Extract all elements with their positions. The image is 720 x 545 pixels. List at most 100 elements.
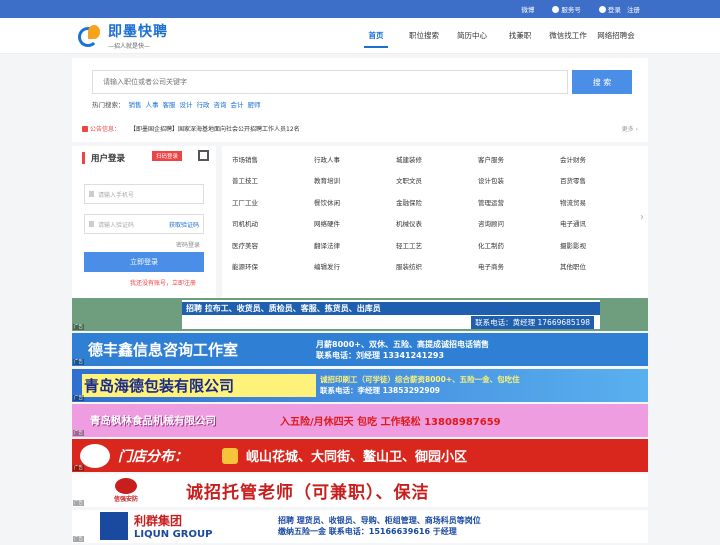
ad-line: 入五险/月休四天 包吃 工作轻松 13808987659 — [280, 416, 501, 428]
ad-line: 诚招托管老师（可兼职）、保洁 — [186, 483, 430, 504]
lock-icon — [89, 221, 94, 227]
nav-online-fair[interactable]: 网络招聘会 — [592, 18, 640, 54]
register-link[interactable]: 我还没有账号，立即注册 — [130, 278, 196, 287]
category-item[interactable]: 能源环保 — [232, 261, 314, 282]
category-box: 市场销售 行政人事 城建装修 客户服务 会计财务普工技工 教育培训 文职文员 设计包装 百货零售… — [222, 146, 648, 298]
scan-login-tag[interactable]: 扫码登录 — [152, 151, 183, 161]
ad-tag: 广告 — [73, 500, 84, 507]
ad-tag: 广告 — [73, 394, 84, 401]
nav-resume-center[interactable]: 简历中心 — [448, 18, 496, 54]
category-item[interactable]: 管理运营 — [478, 197, 560, 218]
site-logo[interactable]: 即墨快聘 —招人就是快— — [76, 21, 346, 50]
ad-tag: 广告 — [73, 535, 84, 542]
category-item[interactable]: 会计财务 — [560, 154, 642, 175]
ad-banner[interactable]: 德丰鑫信息咨询工作室 月薪8000+、双休、五险、高提成诚招电话销售 联系电话：刘… — [72, 333, 648, 367]
category-item[interactable]: 司机机动 — [232, 218, 314, 239]
category-item[interactable]: 设计包装 — [478, 175, 560, 196]
weibo-link[interactable]: 微博 — [521, 4, 534, 14]
category-item[interactable]: 餐饮休闲 — [314, 197, 396, 218]
ad-tag: 广告 — [73, 359, 84, 366]
category-item[interactable]: 百货零售 — [560, 175, 642, 196]
phone-placeholder: 请输入手机号 — [98, 191, 135, 199]
qr-code-icon[interactable] — [198, 150, 209, 161]
category-item[interactable]: 文职文员 — [396, 175, 478, 196]
category-item[interactable]: 医疗美容 — [232, 240, 314, 261]
chevron-right-icon[interactable]: › — [640, 212, 644, 223]
ad-banner[interactable]: 招聘 拉布工、收货员、质检员、客服、拣货员、出库员 联系电话：黄经理 17669… — [72, 298, 648, 331]
search-input[interactable] — [92, 70, 568, 94]
login-title: 用户登录 — [82, 152, 125, 164]
hot-search-item[interactable]: 咨询 — [214, 101, 227, 109]
hot-search-item[interactable]: 会计 — [231, 101, 244, 109]
logo-mark-icon — [76, 23, 104, 49]
ad-line: 招聘 拉布工、收货员、质检员、客服、拣货员、出库员 — [182, 302, 600, 315]
hot-search-item[interactable]: 行政 — [197, 101, 210, 109]
category-item[interactable]: 金融保险 — [396, 197, 478, 218]
hot-search-item[interactable]: 客服 — [163, 101, 176, 109]
category-item[interactable]: 物流贸易 — [560, 197, 642, 218]
category-item[interactable]: 市场销售 — [232, 154, 314, 175]
category-item[interactable]: 翻译法律 — [314, 240, 396, 261]
nav-wechat-jobs[interactable]: 微信找工作 — [544, 18, 592, 54]
category-item[interactable]: 电子通讯 — [560, 218, 642, 239]
nav-home[interactable]: 首页 — [352, 18, 400, 54]
category-item[interactable]: 客户服务 — [478, 154, 560, 175]
ad-banner[interactable]: 信强安防 诚招托管老师（可兼职）、保洁 广告 — [72, 474, 648, 508]
login-button[interactable]: 立即登录 — [84, 252, 204, 272]
category-item[interactable]: 普工技工 — [232, 175, 314, 196]
nav-part-time[interactable]: 找兼职 — [496, 18, 544, 54]
ad-banner[interactable]: 青岛枫林食品机械有限公司 入五险/月休四天 包吃 工作轻松 1380898765… — [72, 403, 648, 437]
hot-search-item[interactable]: 销售 — [129, 101, 142, 109]
login-box: 用户登录 扫码登录 请输入手机号 请输入验证码 获取验证码 密码登录 立即登录 … — [72, 146, 216, 298]
search-button[interactable]: 搜 索 — [572, 70, 632, 94]
category-item[interactable]: 电子商务 — [478, 261, 560, 282]
brand-logo-icon — [80, 443, 110, 468]
hot-search-item[interactable]: 人事 — [146, 101, 159, 109]
code-field[interactable]: 请输入验证码 获取验证码 — [84, 214, 204, 234]
category-item[interactable]: 编辑发行 — [314, 261, 396, 282]
ad-banner[interactable]: 青岛海德包装有限公司 诚招印刷工（可学徒）综合薪资8000+、五险一金、包吃住联… — [72, 368, 648, 402]
ad-tag: 广告 — [73, 429, 84, 436]
category-item[interactable]: 城建装修 — [396, 154, 478, 175]
ad-line: 联系电话：黄经理 17669685198 — [471, 316, 594, 329]
ad-banner[interactable]: 利群集团 LIQUN GROUP 招聘 理货员、收银员、导购、柜组管理、商场科员等… — [72, 509, 648, 543]
search-panel: 搜 索 热门搜索： 销售人事客服设计行政咨询会计厨师 公告信息： 【即墨国企招聘】… — [72, 58, 648, 142]
notice-more-link[interactable]: 更多 › — [622, 124, 638, 133]
ad-company: 德丰鑫信息咨询工作室 — [88, 341, 239, 360]
category-item[interactable]: 咨询顾问 — [478, 218, 560, 239]
ad-company: 门店分布： — [118, 448, 188, 465]
hot-search-item[interactable]: 设计 — [180, 101, 193, 109]
get-code-button[interactable]: 获取验证码 — [169, 220, 199, 229]
category-item[interactable]: 摄影影视 — [560, 240, 642, 261]
password-login-link[interactable]: 密码登录 — [176, 240, 200, 249]
nav-job-search[interactable]: 职位搜索 — [400, 18, 448, 54]
ad-line: 岘山花城、大同街、鳌山卫、御园小区 — [246, 450, 468, 466]
category-item[interactable]: 机械仪表 — [396, 218, 478, 239]
ad-banner[interactable]: 门店分布： 岘山花城、大同街、鳌山卫、御园小区 广告 — [72, 439, 648, 473]
register-link[interactable]: 注册 — [627, 4, 640, 14]
site-header: 即墨快聘 —招人就是快— 首页 职位搜索 简历中心 找兼职 微信找工作 网络招聘… — [0, 18, 720, 54]
shield-icon — [115, 478, 137, 495]
category-item[interactable]: 轻工工艺 — [396, 240, 478, 261]
hot-search-item[interactable]: 厨师 — [248, 101, 261, 109]
category-item[interactable]: 工厂工业 — [232, 197, 314, 218]
login-link[interactable]: 登录 — [608, 4, 621, 14]
category-item[interactable]: 化工制药 — [478, 240, 560, 261]
brand-name-en: LIQUN GROUP — [134, 529, 213, 541]
notice-label: 公告信息： — [90, 126, 121, 133]
category-item[interactable]: 其他职位 — [560, 261, 642, 282]
category-item[interactable]: 行政人事 — [314, 154, 396, 175]
phone-field[interactable]: 请输入手机号 — [84, 184, 204, 204]
category-item[interactable]: 网络硬件 — [314, 218, 396, 239]
hot-searches: 热门搜索： 销售 人事 客服 设计 行政 咨询 会计 厨师 — [92, 99, 261, 109]
category-item[interactable]: 服装纺织 — [396, 261, 478, 282]
category-grid: 市场销售 行政人事 城建装修 客户服务 会计财务普工技工 教育培训 文职文员 设计包装 百货零售… — [222, 146, 648, 282]
ad-tag: 广告 — [73, 465, 84, 472]
ad-line: 诚招印刷工（可学徒）综合薪资8000+、五险一金、包吃住 — [320, 375, 520, 385]
service-link[interactable]: 服务号 — [552, 4, 581, 14]
category-item[interactable]: 教育培训 — [314, 175, 396, 196]
brand-logo: 信强安防 — [96, 476, 156, 506]
phone-icon — [89, 191, 94, 197]
notice-text[interactable]: 【即墨国企招聘】国家深海基地面向社会公开招聘工作人员12名 — [130, 124, 300, 133]
code-placeholder: 请输入验证码 — [98, 221, 135, 229]
